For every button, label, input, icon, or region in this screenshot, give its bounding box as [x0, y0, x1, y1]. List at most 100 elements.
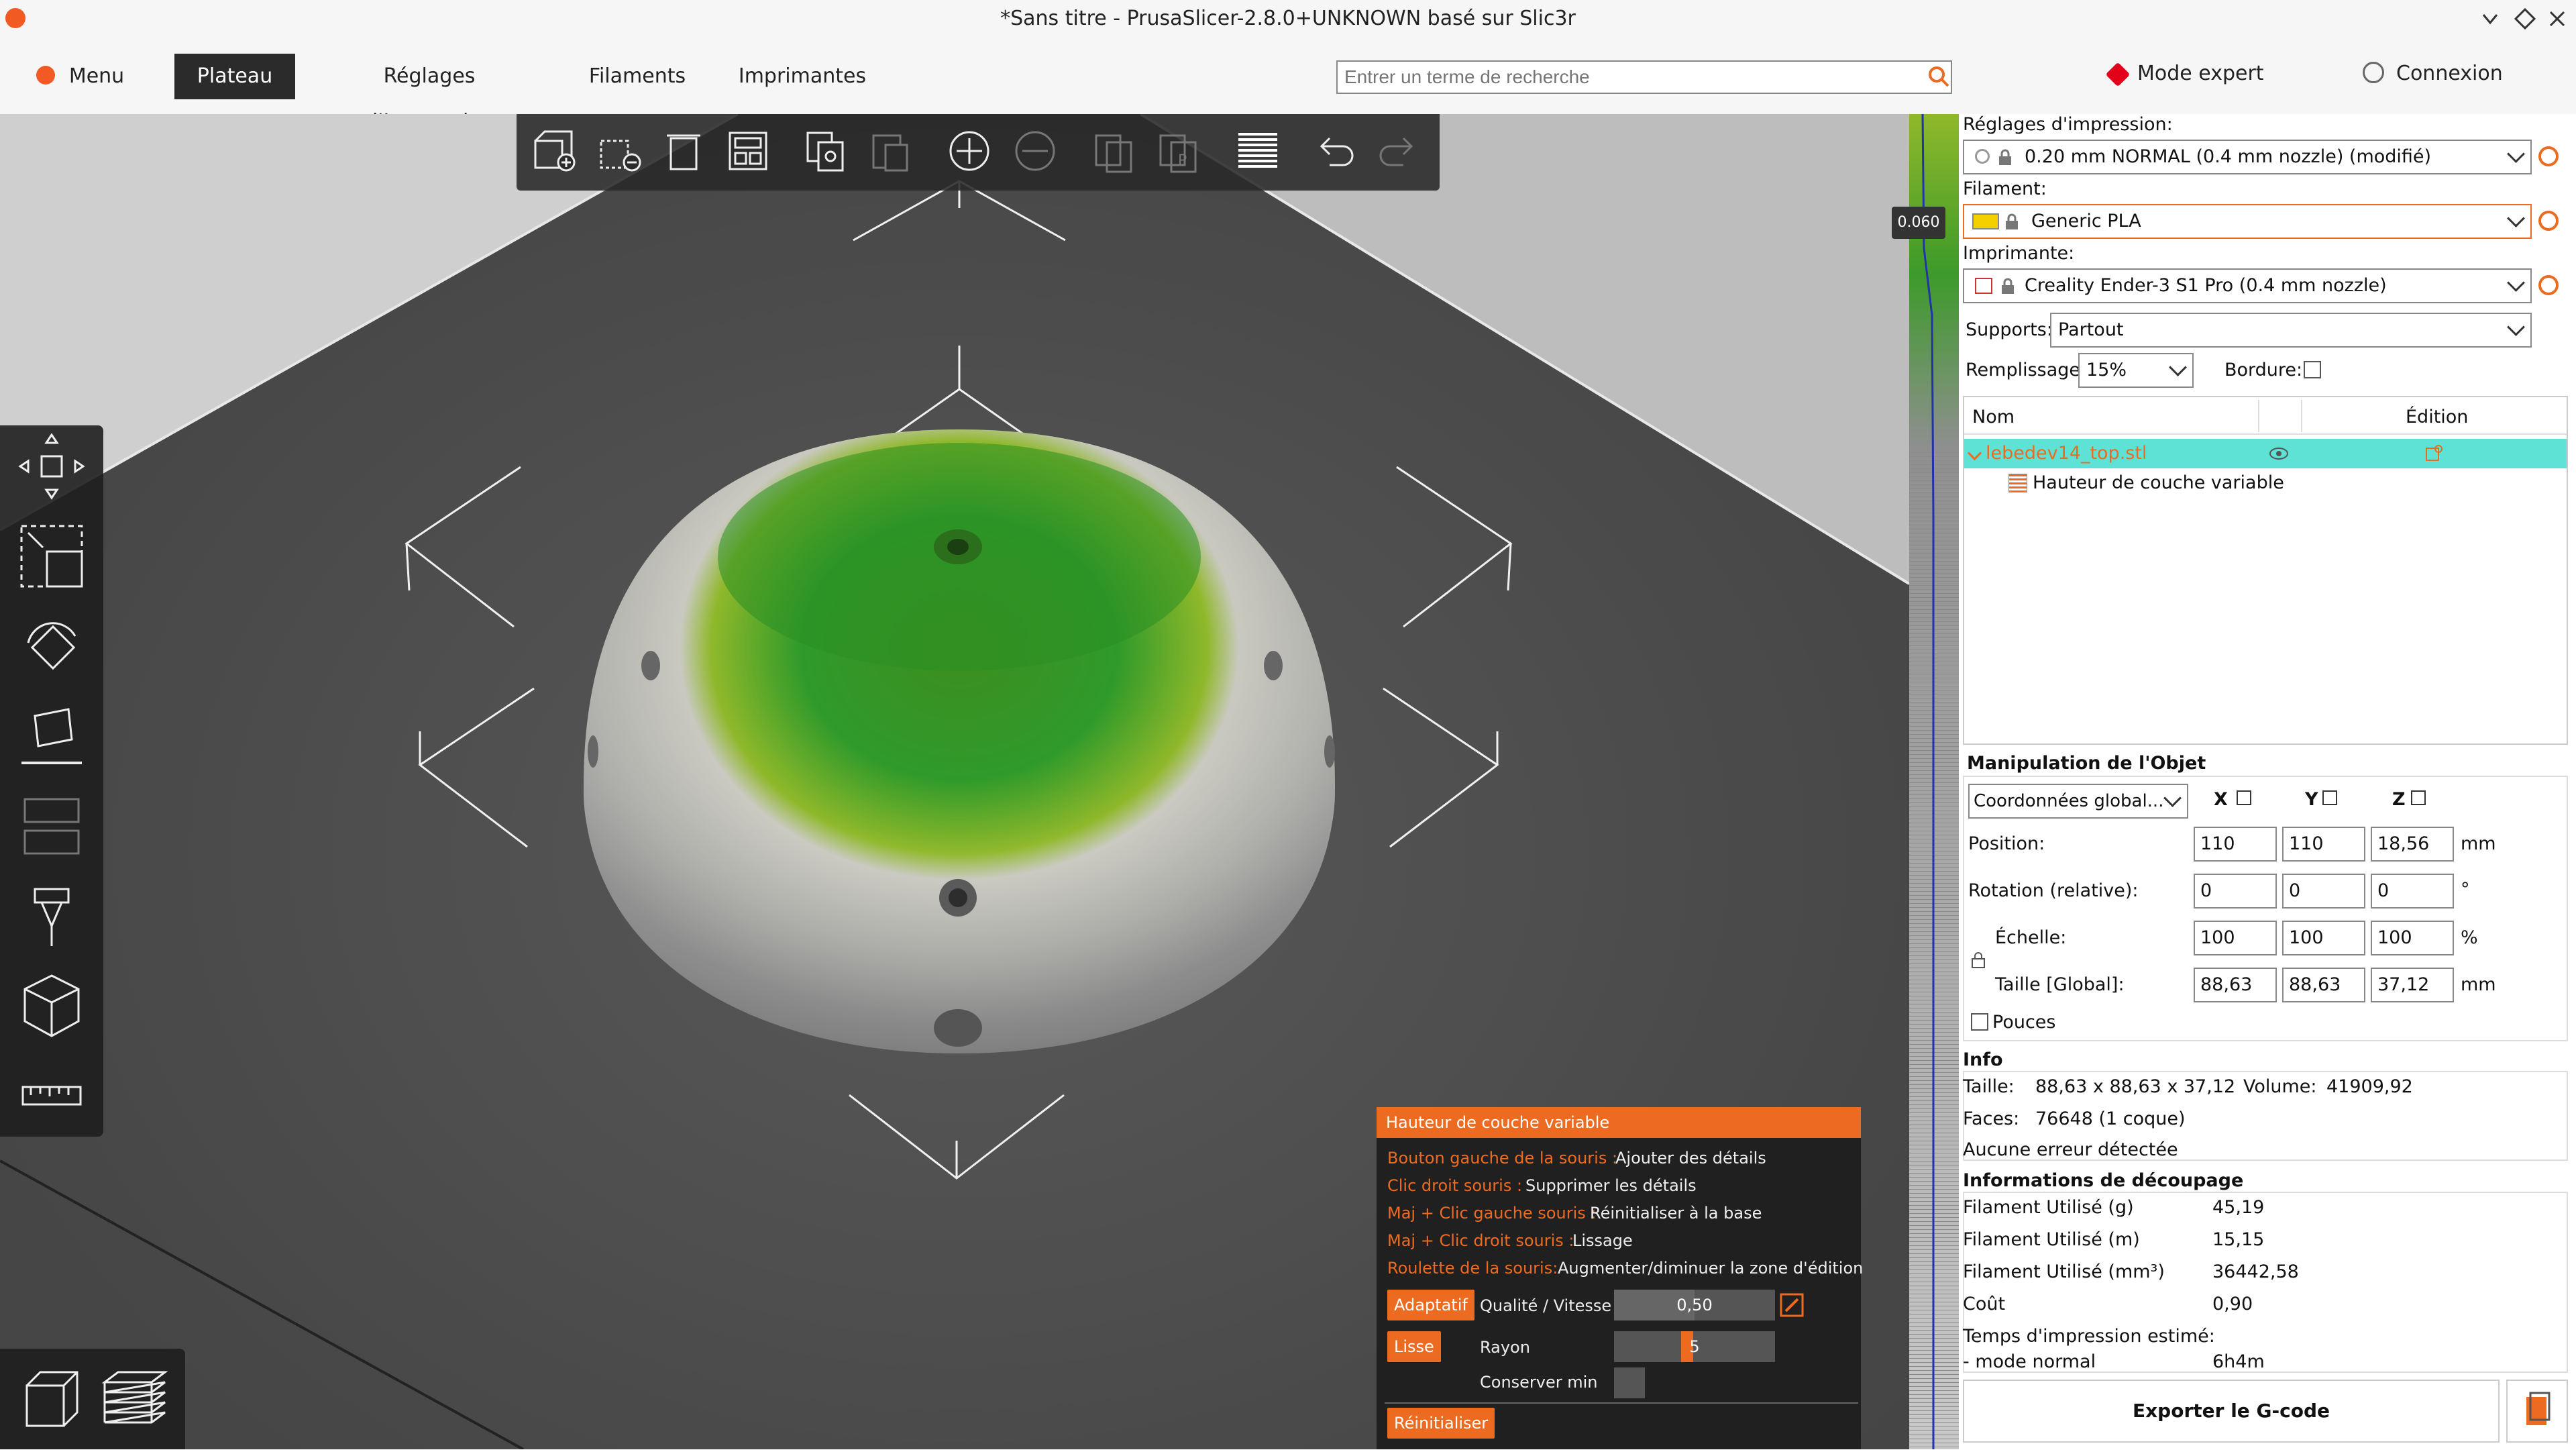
- place-on-face-icon[interactable]: [15, 699, 89, 773]
- rotation-x-field[interactable]: 0: [2194, 874, 2277, 909]
- drop-to-bed-z-icon[interactable]: [2411, 790, 2426, 805]
- close-icon[interactable]: [2542, 4, 2572, 34]
- reset-button[interactable]: Réinitialiser: [1387, 1408, 1495, 1439]
- infill-combo[interactable]: 15%: [2078, 353, 2194, 388]
- rotate-icon[interactable]: [15, 609, 89, 683]
- supports-label: Supports:: [1966, 319, 2053, 340]
- measure-icon[interactable]: [15, 1059, 89, 1133]
- send-to-printer-button[interactable]: [2506, 1380, 2568, 1443]
- hint-key: Clic droit souris :: [1387, 1176, 1523, 1195]
- axis-x-label: X: [2214, 789, 2228, 810]
- filament-label: Filament:: [1963, 178, 2047, 199]
- rotation-y-field[interactable]: 0: [2282, 874, 2365, 909]
- add-instance-icon[interactable]: [945, 126, 994, 176]
- split-objects-icon[interactable]: [1089, 126, 1139, 176]
- variable-layer-title: Hauteur de couche variable: [1377, 1107, 1861, 1138]
- hint-key: Maj + Clic droit souris :: [1387, 1231, 1574, 1250]
- filament-value: Generic PLA: [2031, 211, 2141, 231]
- maximize-icon[interactable]: [2510, 4, 2540, 34]
- scale-x-field[interactable]: 100: [2194, 921, 2277, 955]
- layer-height-profile-bar[interactable]: [1909, 113, 1959, 1449]
- slice-info-value: 45,19: [2212, 1197, 2265, 1218]
- scale-z-field[interactable]: 100: [2371, 921, 2454, 955]
- cut-icon[interactable]: [15, 789, 89, 863]
- undo-icon[interactable]: [1309, 126, 1359, 176]
- filament-gear-icon[interactable]: [2538, 211, 2559, 231]
- lock-icon: [2002, 278, 2014, 294]
- paint-supports-icon[interactable]: [15, 879, 89, 953]
- tab-print-settings[interactable]: Réglages d'Impression: [329, 54, 530, 134]
- position-label: Position:: [1968, 833, 2045, 854]
- printer-icon: [1975, 278, 1992, 294]
- drop-to-bed-y-icon[interactable]: [2322, 790, 2337, 805]
- info-faces-label: Faces:: [1963, 1108, 2020, 1129]
- info-size-value: 88,63 x 88,63 x 37,12: [2035, 1076, 2236, 1097]
- smooth-button[interactable]: Lisse: [1387, 1331, 1441, 1362]
- copy-icon[interactable]: [801, 126, 851, 176]
- 3d-view-icon[interactable]: [13, 1362, 87, 1436]
- tab-menu[interactable]: Menu: [63, 54, 130, 99]
- info-size-label: Taille:: [1963, 1076, 2015, 1097]
- supports-combo[interactable]: Partout: [2050, 313, 2532, 348]
- layer-height-value: 0.060: [1892, 207, 1945, 239]
- print-settings-gear-icon[interactable]: [2538, 146, 2559, 166]
- brim-checkbox[interactable]: [2304, 361, 2321, 378]
- adaptive-button[interactable]: Adaptatif: [1387, 1290, 1474, 1320]
- print-settings-combo[interactable]: 0.20 mm NORMAL (0.4 mm nozzle) (modifié): [1963, 140, 2532, 174]
- add-object-icon[interactable]: [530, 126, 580, 176]
- preview-layers-icon[interactable]: [98, 1362, 172, 1436]
- edit-object-icon[interactable]: [2424, 444, 2443, 463]
- export-gcode-button[interactable]: Exporter le G-code: [1963, 1380, 2500, 1443]
- tab-printers[interactable]: Imprimantes: [737, 54, 868, 99]
- inches-checkbox[interactable]: [1971, 1013, 1988, 1031]
- column-divider: [2301, 400, 2302, 432]
- position-y-field[interactable]: 110: [2282, 827, 2365, 862]
- object-name[interactable]: lebedev14_top.stl: [1986, 443, 2147, 464]
- position-unit: mm: [2461, 833, 2496, 854]
- fdm-supports-cube-icon[interactable]: [15, 969, 89, 1043]
- filament-combo[interactable]: Generic PLA: [1963, 204, 2532, 239]
- move-icon[interactable]: [15, 429, 89, 503]
- scale-label: Échelle:: [1995, 927, 2067, 948]
- eye-icon[interactable]: [2269, 447, 2289, 460]
- delete-all-icon[interactable]: [659, 126, 708, 176]
- coordinates-combo[interactable]: Coordonnées global...: [1968, 784, 2188, 819]
- rotation-z-field[interactable]: 0: [2371, 874, 2454, 909]
- chevron-down-icon: [2163, 789, 2182, 807]
- search-input[interactable]: [1336, 60, 1952, 94]
- size-x-field[interactable]: 88,63: [2194, 968, 2277, 1002]
- position-z-field[interactable]: 18,56: [2371, 827, 2454, 862]
- arrange-icon[interactable]: [723, 126, 773, 176]
- position-x-field[interactable]: 110: [2194, 827, 2277, 862]
- minimize-icon[interactable]: [2475, 4, 2505, 34]
- variable-layer-item[interactable]: Hauteur de couche variable: [2033, 472, 2284, 493]
- uniform-scale-lock-icon[interactable]: [1971, 951, 1986, 969]
- slice-info-label: Filament Utilisé (mm³): [1963, 1261, 2165, 1282]
- paste-icon[interactable]: [865, 126, 915, 176]
- delete-object-icon[interactable]: [596, 126, 645, 176]
- quality-slider[interactable]: 0,50: [1614, 1290, 1775, 1320]
- split-parts-icon[interactable]: P: [1154, 126, 1203, 176]
- search-icon[interactable]: [1927, 64, 1951, 89]
- size-z-field[interactable]: 37,12: [2371, 968, 2454, 1002]
- printer-combo[interactable]: Creality Ender-3 S1 Pro (0.4 mm nozzle): [1963, 268, 2532, 303]
- printer-gear-icon[interactable]: [2538, 275, 2559, 295]
- tab-filaments[interactable]: Filaments: [584, 54, 691, 99]
- hint-value: Augmenter/diminuer la zone d'édition: [1558, 1259, 1864, 1278]
- expert-mode-label[interactable]: Mode expert: [2137, 62, 2264, 85]
- keep-min-checkbox[interactable]: [1614, 1367, 1645, 1398]
- scale-icon[interactable]: [15, 519, 89, 593]
- user-icon[interactable]: [2363, 62, 2384, 83]
- edit-pencil-icon[interactable]: [1779, 1292, 1805, 1318]
- layer-editing-icon[interactable]: [1233, 126, 1283, 176]
- redo-icon[interactable]: [1374, 126, 1424, 176]
- menu-logo-icon: [36, 66, 55, 85]
- scale-y-field[interactable]: 100: [2282, 921, 2365, 955]
- remove-instance-icon[interactable]: [1010, 126, 1060, 176]
- slice-info-label: Filament Utilisé (m): [1963, 1229, 2140, 1250]
- tab-plateau[interactable]: Plateau: [174, 54, 295, 99]
- login-button[interactable]: Connexion: [2396, 62, 2503, 85]
- size-y-field[interactable]: 88,63: [2282, 968, 2365, 1002]
- drop-to-bed-x-icon[interactable]: [2237, 790, 2251, 805]
- radius-slider[interactable]: 5: [1614, 1331, 1775, 1362]
